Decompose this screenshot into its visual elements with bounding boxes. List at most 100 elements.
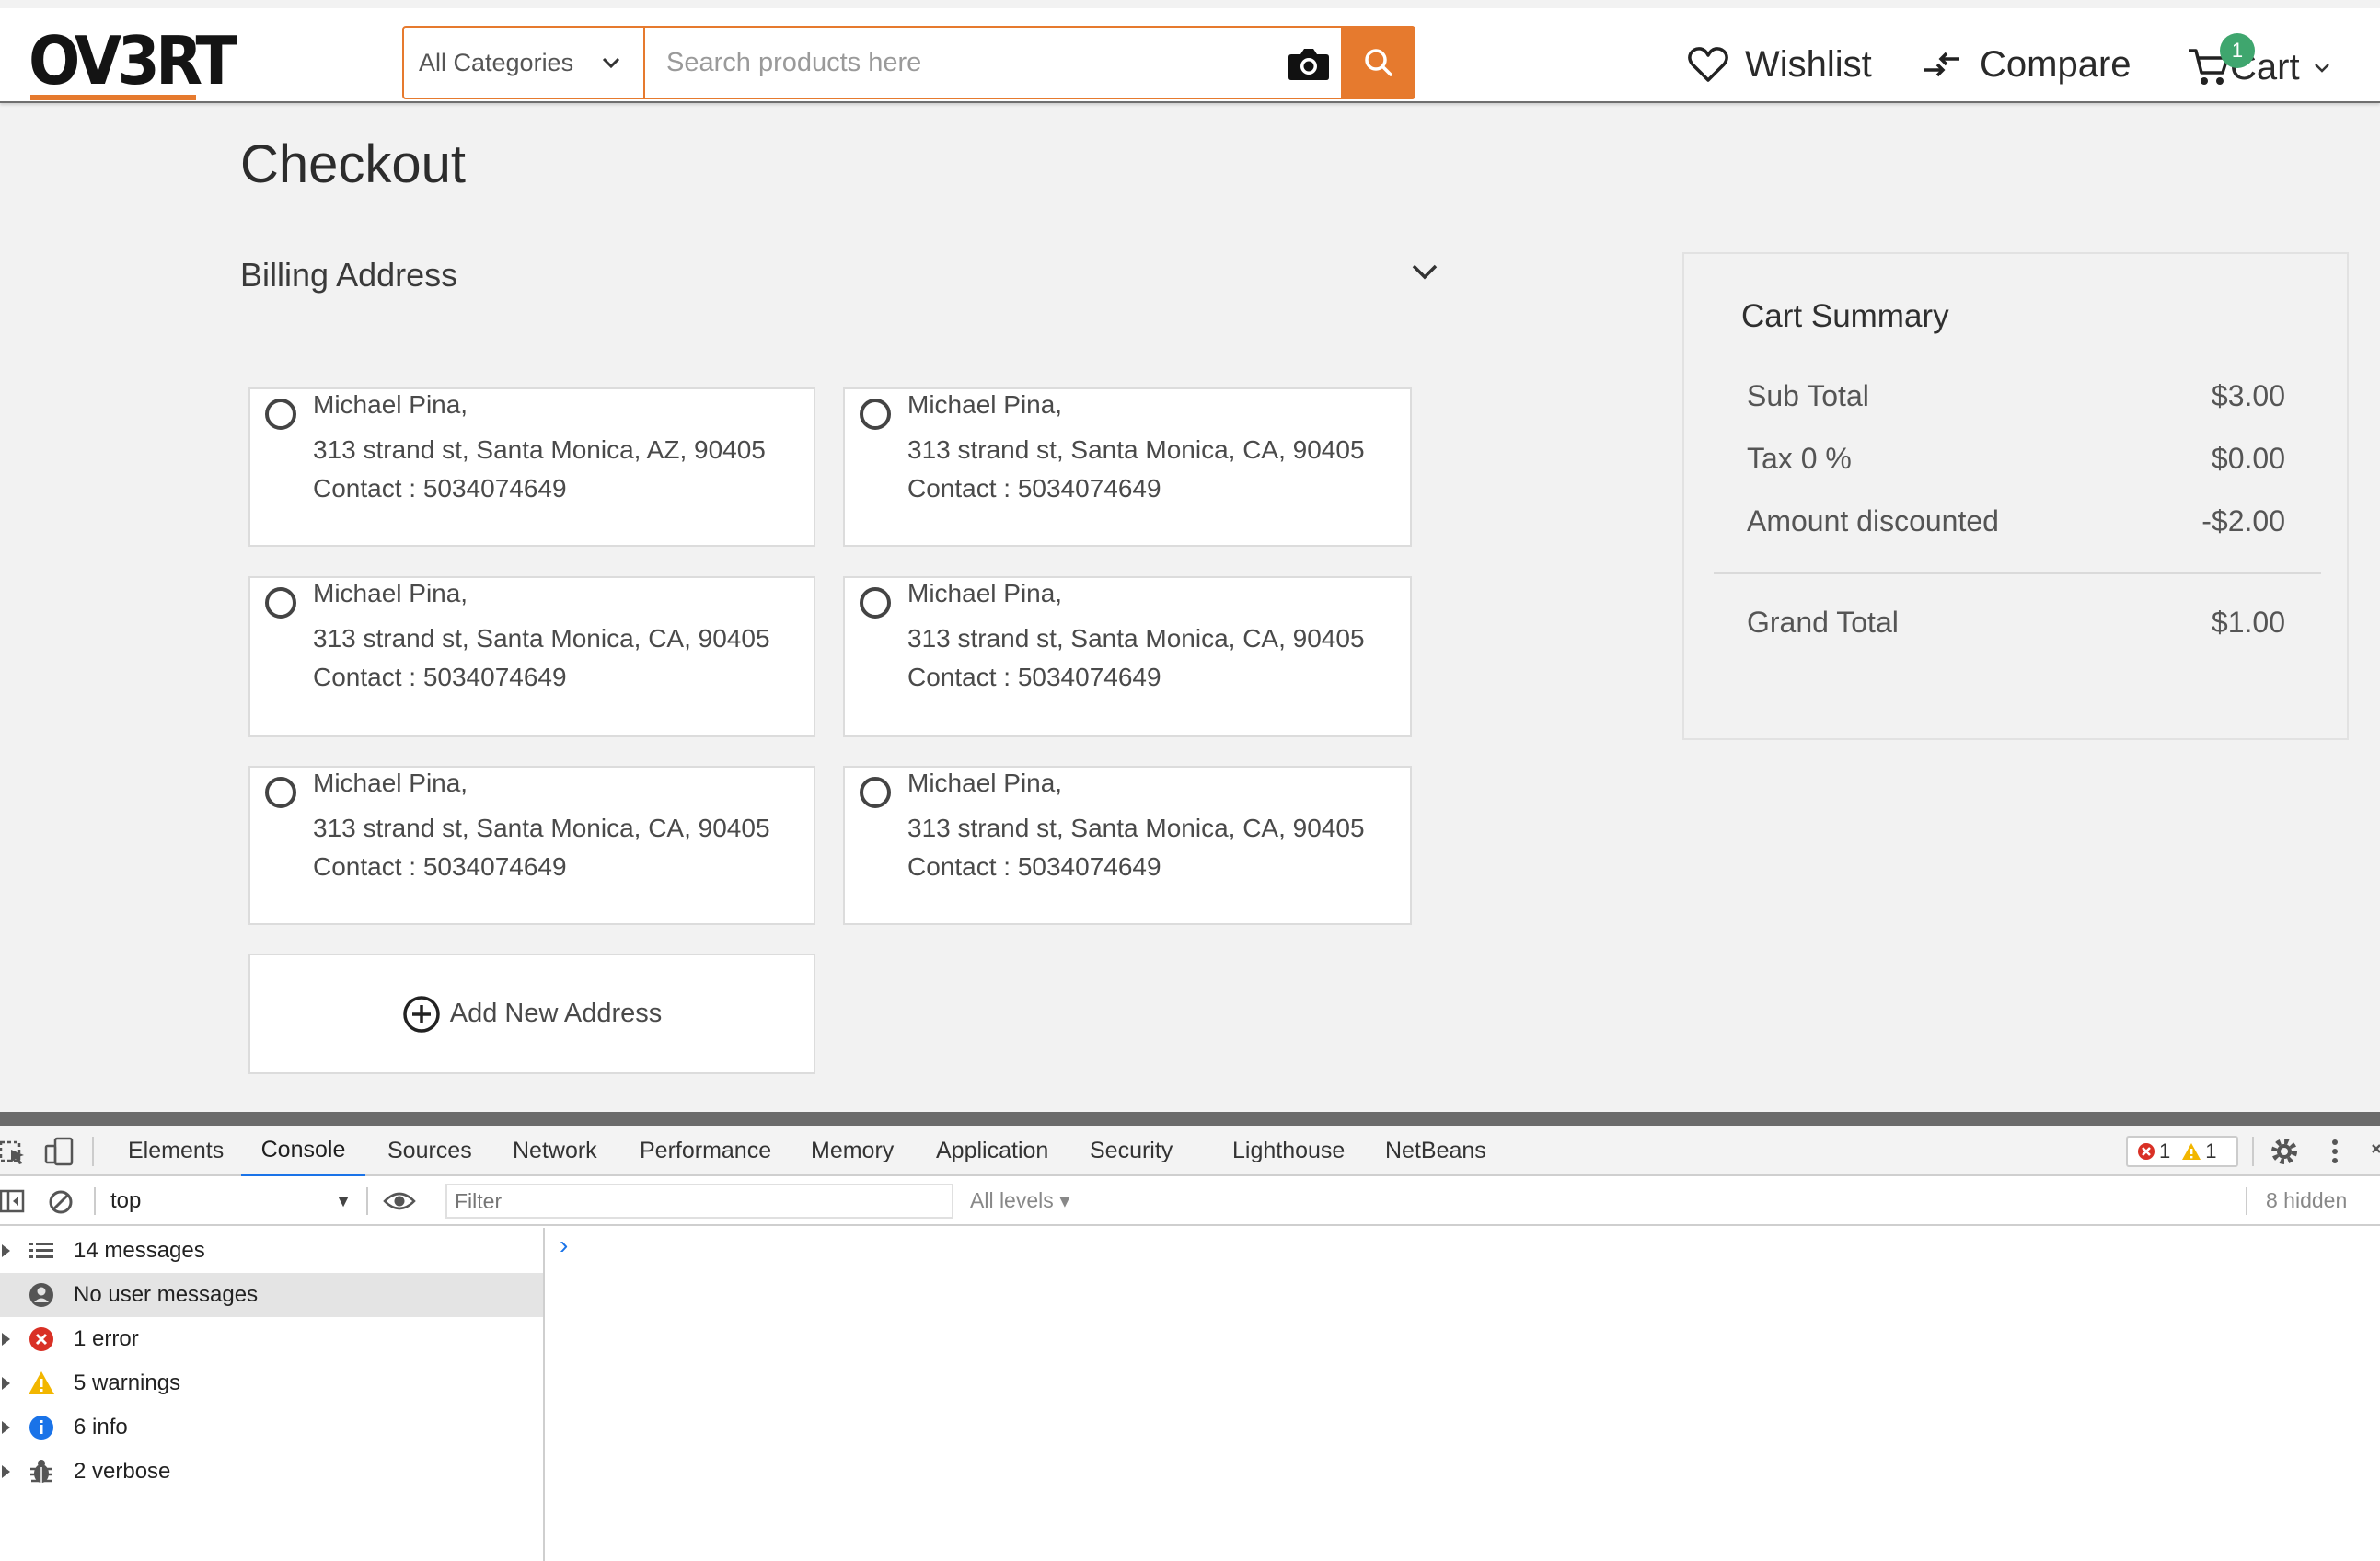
tab-console[interactable]: Console	[241, 1126, 365, 1176]
info-icon	[29, 1416, 53, 1440]
address-name: Michael Pina,	[907, 579, 1063, 607]
sidebar-item-errors[interactable]: 1 error	[0, 1317, 543, 1361]
heart-icon	[1688, 47, 1728, 82]
address-card[interactable]: Michael Pina, 313 strand st, Santa Monic…	[248, 387, 815, 547]
sidebar-item-warnings[interactable]: 5 warnings	[0, 1361, 543, 1405]
address-line: 313 strand st, Santa Monica, CA, 90405	[907, 435, 1365, 464]
address-card[interactable]: Michael Pina, 313 strand st, Santa Monic…	[843, 766, 1412, 925]
tab-lighthouse[interactable]: Lighthouse	[1232, 1126, 1345, 1176]
compare-link[interactable]: Compare	[1921, 40, 2132, 89]
tab-network[interactable]: Network	[513, 1126, 597, 1176]
hidden-count: 8 hidden	[2266, 1188, 2348, 1212]
chevron-down-icon	[2314, 64, 2329, 73]
summary-row-tax: Tax 0 % $0.00	[1747, 442, 2285, 476]
summary-value: $3.00	[2211, 379, 2285, 412]
expand-arrow-icon[interactable]	[2, 1465, 10, 1478]
address-name: Michael Pina,	[907, 390, 1063, 419]
sidebar-item-messages[interactable]: 14 messages	[0, 1229, 543, 1273]
sidebar-item-label: 6 info	[74, 1415, 128, 1440]
summary-row-grand-total: Grand Total $1.00	[1747, 606, 2285, 640]
expand-arrow-icon[interactable]	[2, 1377, 10, 1390]
tab-memory[interactable]: Memory	[811, 1126, 894, 1176]
chevron-down-icon[interactable]	[597, 50, 625, 77]
tab-elements[interactable]: Elements	[128, 1126, 224, 1176]
error-icon	[2138, 1143, 2155, 1160]
address-name: Michael Pina,	[313, 390, 468, 419]
search-input[interactable]	[657, 28, 1283, 98]
sidebar-toggle-icon[interactable]	[0, 1188, 26, 1214]
console-prompt[interactable]: ›	[560, 1231, 568, 1260]
gear-icon[interactable]	[2270, 1137, 2299, 1166]
console-toolbar: top ▼ All levels ▾ 8 hidden	[0, 1176, 2380, 1226]
summary-value: $0.00	[2211, 442, 2285, 475]
tab-sources[interactable]: Sources	[387, 1126, 472, 1176]
camera-icon[interactable]	[1288, 46, 1330, 81]
compare-label: Compare	[1980, 43, 2132, 85]
address-contact: Contact : 5034074649	[907, 474, 1161, 503]
summary-divider	[1714, 572, 2321, 574]
summary-label: Sub Total	[1747, 379, 1869, 412]
issues-counter[interactable]: 1 1	[2126, 1136, 2238, 1167]
address-line: 313 strand st, Santa Monica, AZ, 90405	[313, 435, 766, 464]
devtools-panel: Elements Console Sources Network Perform…	[0, 1112, 2380, 1561]
summary-label: Tax 0 %	[1747, 442, 1852, 475]
tab-netbeans[interactable]: NetBeans	[1385, 1126, 1486, 1176]
address-line: 313 strand st, Santa Monica, CA, 90405	[907, 814, 1365, 842]
cart-summary-title: Cart Summary	[1741, 298, 1949, 334]
address-card[interactable]: Michael Pina, 313 strand st, Santa Monic…	[843, 576, 1412, 737]
inspect-element-icon[interactable]	[0, 1139, 28, 1166]
address-line: 313 strand st, Santa Monica, CA, 90405	[313, 814, 770, 842]
address-contact: Contact : 5034074649	[313, 852, 567, 881]
sidebar-item-user-messages[interactable]: No user messages	[0, 1273, 543, 1317]
warning-count: 1	[2205, 1139, 2217, 1162]
site-logo[interactable]: OV3RT	[29, 22, 237, 99]
address-name: Michael Pina,	[907, 769, 1063, 797]
warning-icon	[29, 1371, 54, 1394]
grand-total-label: Grand Total	[1747, 606, 1899, 639]
tab-application[interactable]: Application	[936, 1126, 1048, 1176]
wishlist-label: Wishlist	[1745, 43, 1872, 85]
chevron-down-icon[interactable]	[1406, 256, 1443, 287]
address-card[interactable]: Michael Pina, 313 strand st, Santa Monic…	[248, 576, 815, 737]
address-card[interactable]: Michael Pina, 313 strand st, Santa Monic…	[843, 387, 1412, 547]
devtools-tabbar: Elements Console Sources Network Perform…	[0, 1126, 2380, 1176]
context-select-value: top	[110, 1188, 142, 1213]
address-name: Michael Pina,	[313, 579, 468, 607]
address-radio[interactable]	[860, 777, 891, 808]
address-radio[interactable]	[265, 587, 296, 619]
search-button[interactable]	[1341, 26, 1415, 99]
toolbar-divider	[366, 1187, 368, 1215]
console-sidebar: 14 messages No user messages 1 error 5 w…	[0, 1228, 545, 1561]
address-radio[interactable]	[860, 587, 891, 619]
tab-security[interactable]: Security	[1090, 1126, 1173, 1176]
expand-arrow-icon[interactable]	[2, 1244, 10, 1257]
tabbar-divider	[92, 1137, 94, 1166]
clear-console-icon[interactable]	[48, 1189, 74, 1215]
device-toolbar-icon[interactable]	[44, 1137, 75, 1166]
sidebar-item-verbose[interactable]: 2 verbose	[0, 1450, 543, 1494]
address-radio[interactable]	[265, 777, 296, 808]
eye-icon[interactable]	[383, 1190, 416, 1212]
expand-arrow-icon[interactable]	[2, 1421, 10, 1434]
category-select-value: All Categories	[419, 48, 574, 76]
bug-icon	[30, 1460, 52, 1483]
address-line: 313 strand st, Santa Monica, CA, 90405	[907, 624, 1365, 653]
add-new-address-button[interactable]: Add New Address	[248, 954, 815, 1074]
cart-link[interactable]: Cart	[2188, 40, 2333, 95]
add-new-address-label: Add New Address	[449, 999, 663, 1028]
log-levels-select[interactable]: All levels ▾	[970, 1188, 1070, 1213]
tab-performance[interactable]: Performance	[640, 1126, 771, 1176]
address-card[interactable]: Michael Pina, 313 strand st, Santa Monic…	[248, 766, 815, 925]
sidebar-item-info[interactable]: 6 info	[0, 1405, 543, 1450]
expand-arrow-icon[interactable]	[2, 1333, 10, 1346]
address-radio[interactable]	[860, 399, 891, 430]
console-filter-input[interactable]	[445, 1184, 953, 1219]
sidebar-item-label: 14 messages	[74, 1238, 205, 1263]
sidebar-item-label: 5 warnings	[74, 1370, 181, 1395]
wishlist-link[interactable]: Wishlist	[1688, 40, 1872, 89]
address-radio[interactable]	[265, 399, 296, 430]
more-options-icon[interactable]	[2328, 1137, 2341, 1166]
context-select[interactable]: top ▼	[110, 1176, 352, 1226]
billing-address-title[interactable]: Billing Address	[240, 256, 457, 295]
close-icon[interactable]	[2371, 1142, 2380, 1161]
